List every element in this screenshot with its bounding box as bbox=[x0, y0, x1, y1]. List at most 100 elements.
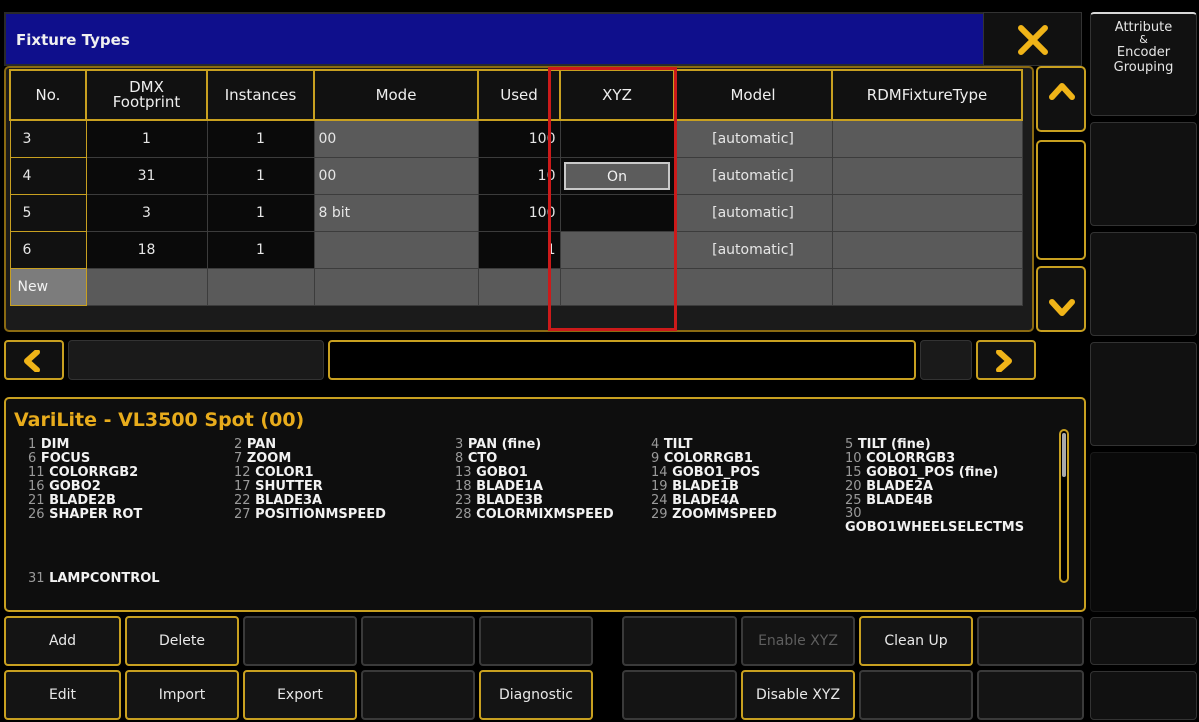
channel-item: 26 SHAPER ROT bbox=[28, 507, 142, 522]
export-button[interactable]: Export bbox=[243, 670, 357, 720]
empty-button[interactable] bbox=[479, 616, 593, 666]
horizontal-scroll-thumb[interactable] bbox=[328, 340, 916, 380]
cell-model[interactable]: [automatic] bbox=[673, 230, 833, 269]
cell-rdm[interactable] bbox=[831, 156, 1023, 195]
cell-empty[interactable] bbox=[673, 267, 833, 306]
vertical-scrollbar[interactable] bbox=[1036, 66, 1086, 332]
cell-xyz[interactable] bbox=[559, 193, 675, 232]
cell-no[interactable]: 5 bbox=[9, 193, 87, 232]
cell-xyz[interactable] bbox=[559, 119, 675, 158]
diagnostic-button[interactable]: Diagnostic bbox=[479, 670, 593, 720]
enable-xyz-button[interactable]: Enable XYZ bbox=[741, 616, 855, 666]
empty-button[interactable] bbox=[361, 616, 475, 666]
cell-model[interactable]: [automatic] bbox=[673, 193, 833, 232]
cell-no[interactable]: 4 bbox=[9, 156, 87, 195]
cell-mode[interactable] bbox=[313, 230, 479, 269]
channel-item: 27 POSITIONMSPEED bbox=[234, 507, 386, 522]
scroll-up-button[interactable] bbox=[1036, 66, 1086, 132]
side-button-4[interactable] bbox=[1090, 342, 1197, 446]
scroll-track-left[interactable] bbox=[68, 340, 324, 380]
empty-button[interactable] bbox=[361, 670, 475, 720]
table-row-new[interactable]: New bbox=[9, 267, 1023, 306]
header-used[interactable]: Used bbox=[477, 69, 561, 121]
horizontal-scrollbar[interactable] bbox=[4, 340, 1036, 380]
cell-xyz[interactable]: On bbox=[559, 156, 675, 195]
table-row[interactable]: 5 3 1 8 bit 100 [automatic] bbox=[9, 193, 1023, 232]
cell-model[interactable]: [automatic] bbox=[673, 119, 833, 158]
scroll-thumb[interactable] bbox=[1036, 140, 1086, 260]
header-mode[interactable]: Mode bbox=[313, 69, 479, 121]
xyz-on-value[interactable]: On bbox=[564, 161, 670, 190]
channel-number: 13 bbox=[455, 465, 472, 480]
cell-instances[interactable]: 1 bbox=[206, 156, 315, 195]
new-row-button[interactable]: New bbox=[9, 267, 87, 306]
close-button[interactable] bbox=[983, 12, 1082, 66]
header-rdm-fixture-type[interactable]: RDMFixtureType bbox=[831, 69, 1023, 121]
side-button-6[interactable] bbox=[1090, 671, 1197, 720]
attribute-encoder-grouping-button[interactable]: Attribute & Encoder Grouping bbox=[1090, 12, 1197, 116]
side-button-2[interactable] bbox=[1090, 122, 1197, 226]
cell-mode[interactable]: 8 bit bbox=[313, 193, 479, 232]
header-xyz[interactable]: XYZ bbox=[559, 69, 675, 121]
empty-button[interactable] bbox=[977, 670, 1084, 720]
info-scrollbar[interactable] bbox=[1059, 429, 1069, 583]
cell-empty[interactable] bbox=[559, 267, 675, 306]
info-scroll-thumb[interactable] bbox=[1062, 433, 1066, 477]
scroll-right-button[interactable] bbox=[976, 340, 1036, 380]
header-no[interactable]: No. bbox=[9, 69, 87, 121]
cell-rdm[interactable] bbox=[831, 193, 1023, 232]
cell-empty[interactable] bbox=[206, 267, 315, 306]
empty-button[interactable] bbox=[977, 616, 1084, 666]
cell-instances[interactable]: 1 bbox=[206, 230, 315, 269]
header-instances[interactable]: Instances bbox=[206, 69, 315, 121]
cell-xyz[interactable] bbox=[559, 230, 675, 269]
cell-model[interactable]: [automatic] bbox=[673, 156, 833, 195]
header-model[interactable]: Model bbox=[673, 69, 833, 121]
table-row[interactable]: 4 31 1 00 10 On [automatic] bbox=[9, 156, 1023, 195]
import-button[interactable]: Import bbox=[125, 670, 239, 720]
cell-dmx[interactable]: 3 bbox=[85, 193, 208, 232]
channel-name: GOBO2 bbox=[49, 479, 101, 494]
header-dmx-footprint[interactable]: DMX Footprint bbox=[85, 69, 208, 121]
cell-rdm[interactable] bbox=[831, 230, 1023, 269]
cell-empty[interactable] bbox=[831, 267, 1023, 306]
cell-empty[interactable] bbox=[477, 267, 561, 306]
table-row[interactable]: 6 18 1 1 [automatic] bbox=[9, 230, 1023, 269]
cell-mode[interactable]: 00 bbox=[313, 156, 479, 195]
delete-button[interactable]: Delete bbox=[125, 616, 239, 666]
cell-dmx[interactable]: 18 bbox=[85, 230, 208, 269]
cell-instances[interactable]: 1 bbox=[206, 119, 315, 158]
add-button[interactable]: Add bbox=[4, 616, 121, 666]
clean-up-button[interactable]: Clean Up bbox=[859, 616, 973, 666]
cell-used[interactable]: 1 bbox=[477, 230, 561, 269]
cell-dmx[interactable]: 31 bbox=[85, 156, 208, 195]
cell-rdm[interactable] bbox=[831, 119, 1023, 158]
cell-empty[interactable] bbox=[85, 267, 208, 306]
cell-used[interactable]: 100 bbox=[477, 119, 561, 158]
channel-number: 23 bbox=[455, 493, 472, 508]
scroll-left-button[interactable] bbox=[4, 340, 64, 380]
cell-used[interactable]: 10 bbox=[477, 156, 561, 195]
empty-button[interactable] bbox=[859, 670, 973, 720]
side-button-5[interactable] bbox=[1090, 617, 1197, 665]
attribute-label: Attribute bbox=[1114, 20, 1173, 35]
scroll-down-button[interactable] bbox=[1036, 266, 1086, 332]
channel-number: 4 bbox=[651, 437, 660, 452]
cell-empty[interactable] bbox=[313, 267, 479, 306]
empty-button[interactable] bbox=[243, 616, 357, 666]
channel-number: 20 bbox=[845, 479, 862, 494]
scroll-track-right[interactable] bbox=[920, 340, 972, 380]
channel-number: 3 bbox=[455, 437, 464, 452]
cell-dmx[interactable]: 1 bbox=[85, 119, 208, 158]
cell-no[interactable]: 3 bbox=[9, 119, 87, 158]
empty-button[interactable] bbox=[622, 616, 737, 666]
disable-xyz-button[interactable]: Disable XYZ bbox=[741, 670, 855, 720]
side-button-3[interactable] bbox=[1090, 232, 1197, 336]
cell-no[interactable]: 6 bbox=[9, 230, 87, 269]
table-row[interactable]: 3 1 1 00 100 [automatic] bbox=[9, 119, 1023, 158]
empty-button[interactable] bbox=[622, 670, 737, 720]
cell-instances[interactable]: 1 bbox=[206, 193, 315, 232]
edit-button[interactable]: Edit bbox=[4, 670, 121, 720]
cell-used[interactable]: 100 bbox=[477, 193, 561, 232]
cell-mode[interactable]: 00 bbox=[313, 119, 479, 158]
